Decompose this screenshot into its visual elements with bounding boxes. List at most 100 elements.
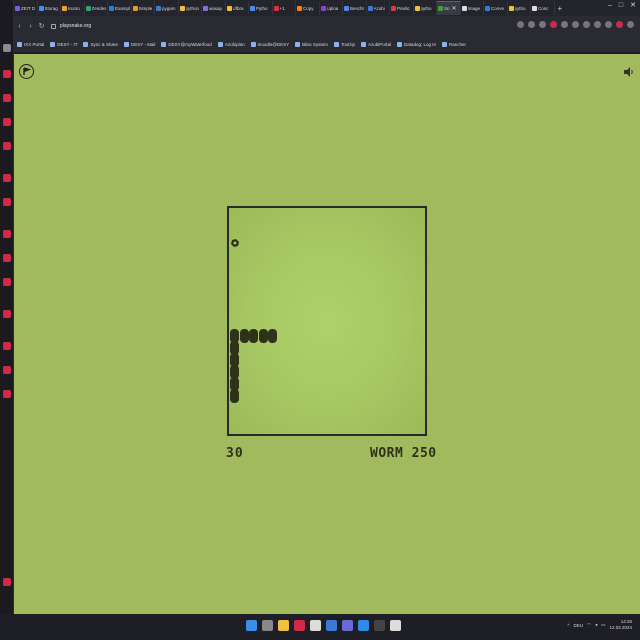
browser-tab[interactable]: wasap bbox=[202, 1, 226, 15]
browser-tab[interactable]: Kursü bbox=[61, 1, 85, 15]
pin-icon[interactable] bbox=[616, 21, 623, 28]
sidebar-gear-icon[interactable] bbox=[3, 310, 11, 318]
teams-icon[interactable] bbox=[342, 620, 353, 631]
bookmark-item[interactable]: Toolzip bbox=[333, 41, 355, 47]
sidebar-home-icon[interactable] bbox=[3, 44, 11, 52]
tray-lang[interactable]: DEU bbox=[573, 623, 583, 628]
bookmark-item[interactable]: Rancher bbox=[442, 41, 466, 47]
translate-icon[interactable] bbox=[517, 21, 524, 28]
browser-tab[interactable]: Conc bbox=[531, 1, 555, 15]
sidebar-bag-icon[interactable] bbox=[3, 94, 11, 102]
url-bar[interactable]: playsnake.org bbox=[51, 20, 481, 32]
screenshot-icon[interactable] bbox=[572, 21, 579, 28]
notepad-icon[interactable] bbox=[310, 620, 321, 631]
close-icon[interactable]: ✕ bbox=[630, 2, 636, 10]
browser-tab[interactable]: Storag bbox=[38, 1, 61, 15]
bookmark-icon bbox=[295, 41, 301, 47]
browser-tab[interactable]: python bbox=[179, 1, 202, 15]
browser-tab[interactable]: Simple bbox=[132, 1, 155, 15]
window-controls: – □ ✕ bbox=[608, 2, 636, 10]
terminal-icon[interactable] bbox=[374, 620, 385, 631]
sidebar-settings-icon[interactable] bbox=[3, 390, 11, 398]
volume-icon[interactable]: ◂ bbox=[595, 622, 597, 628]
sound-icon[interactable] bbox=[624, 66, 634, 78]
tab-label: Azubi bbox=[373, 5, 385, 11]
opera-taskbar-icon[interactable] bbox=[294, 620, 305, 631]
file-explorer-icon[interactable] bbox=[278, 620, 289, 631]
app-icon[interactable] bbox=[390, 620, 401, 631]
url-text[interactable]: playsnake.org bbox=[60, 23, 91, 29]
browser-tab[interactable]: pygam bbox=[155, 1, 179, 15]
browser-tab[interactable]: Bescht bbox=[343, 1, 367, 15]
bookmark-star-icon[interactable] bbox=[539, 21, 546, 28]
browser-tab[interactable]: Conve bbox=[484, 1, 508, 15]
flag-button[interactable] bbox=[19, 64, 34, 79]
maximize-icon[interactable]: □ bbox=[619, 2, 623, 10]
back-icon[interactable]: ‹ bbox=[14, 23, 25, 30]
bookmark-item[interactable]: DESY - Mail bbox=[123, 41, 155, 47]
sidebar-arrow-icon[interactable] bbox=[3, 174, 11, 182]
browser-tab[interactable]: Zendes bbox=[85, 1, 108, 15]
sidebar-x-icon[interactable] bbox=[3, 254, 11, 262]
browser-tab[interactable]: pytho bbox=[508, 1, 531, 15]
vscode-icon[interactable] bbox=[358, 620, 369, 631]
reload-icon[interactable]: ↻ bbox=[36, 22, 47, 30]
game-board[interactable] bbox=[227, 206, 427, 436]
browser-tab[interactable]: Sn ✕ bbox=[437, 1, 461, 15]
extensions-icon[interactable] bbox=[561, 21, 568, 28]
browser-tab[interactable]: Image bbox=[461, 1, 484, 15]
bookmark-item[interactable]: Sync & Share bbox=[83, 41, 118, 47]
bookmark-icon bbox=[83, 41, 89, 47]
profile-icon[interactable] bbox=[594, 21, 601, 28]
outlook-icon[interactable] bbox=[326, 620, 337, 631]
sidebar-music-icon[interactable] bbox=[3, 70, 11, 78]
search-icon[interactable] bbox=[262, 620, 273, 631]
browser-tab[interactable]: Uploa bbox=[320, 1, 343, 15]
zoom-icon[interactable] bbox=[528, 21, 535, 28]
battery-icon[interactable]: ▭ bbox=[601, 622, 605, 628]
sidebar-cube-icon[interactable] bbox=[3, 366, 11, 374]
start-icon[interactable] bbox=[246, 620, 257, 631]
tray-chevron-icon[interactable]: ^ bbox=[567, 623, 569, 628]
sidebar-tv-icon[interactable] bbox=[3, 278, 11, 286]
browser-tab[interactable]: Predic bbox=[390, 1, 414, 15]
bookmark-item[interactable]: DESY@myWaterfood bbox=[161, 41, 212, 47]
sidebar-clock-icon[interactable] bbox=[3, 342, 11, 350]
sidebar-messenger-icon[interactable] bbox=[3, 230, 11, 238]
tab-favicon-icon bbox=[367, 5, 373, 11]
browser-tab[interactable]: +1 bbox=[273, 1, 296, 15]
browser-tab[interactable]: Copy bbox=[296, 1, 320, 15]
new-tab-button[interactable]: + bbox=[555, 4, 566, 13]
opera-icon[interactable] bbox=[550, 21, 557, 28]
sidebar-book-icon[interactable] bbox=[3, 198, 11, 206]
bookmark-item[interactable]: AzubiPortal bbox=[360, 41, 391, 47]
menu-icon[interactable] bbox=[627, 21, 634, 28]
wifi-icon[interactable]: ◠ bbox=[587, 622, 591, 628]
bookmark-icon bbox=[396, 41, 402, 47]
sidebar-twitch-icon[interactable] bbox=[3, 118, 11, 126]
snake-segment bbox=[249, 329, 258, 343]
sidebar-calendar-icon[interactable] bbox=[3, 142, 11, 150]
forward-icon[interactable]: › bbox=[25, 23, 36, 30]
tab-close-icon[interactable]: ✕ bbox=[452, 5, 457, 12]
download-icon[interactable] bbox=[583, 21, 590, 28]
tab-favicon-icon bbox=[203, 5, 208, 11]
bookmark-item[interactable]: moodle@DESY bbox=[250, 41, 289, 47]
tab-label: Image bbox=[467, 5, 481, 11]
browser-tab[interactable]: Azubi bbox=[367, 1, 390, 15]
bookmark-icon bbox=[161, 41, 167, 47]
sidebar-profile-icon[interactable] bbox=[3, 578, 11, 586]
bookmark-item[interactable]: IXX Portal bbox=[17, 41, 44, 47]
bookmark-item[interactable]: Azubiplan bbox=[217, 41, 245, 47]
clock[interactable]: 14:26 12.02.2024 bbox=[609, 619, 632, 631]
browser-tab[interactable]: pytho bbox=[414, 1, 437, 15]
easy-setup-icon[interactable] bbox=[605, 21, 612, 28]
browser-tab[interactable]: Exampl bbox=[108, 1, 132, 15]
browser-tab[interactable]: Ufbra bbox=[226, 1, 249, 15]
browser-tab[interactable]: Pytho bbox=[249, 1, 273, 15]
bookmark-item[interactable]: DESY - IT bbox=[50, 41, 77, 47]
browser-tab[interactable]: ZEIT D bbox=[14, 1, 38, 15]
bookmark-item[interactable]: Bliss System bbox=[295, 41, 328, 47]
bookmark-item[interactable]: Datadog: Log In bbox=[396, 41, 436, 47]
minimize-icon[interactable]: – bbox=[608, 2, 612, 10]
